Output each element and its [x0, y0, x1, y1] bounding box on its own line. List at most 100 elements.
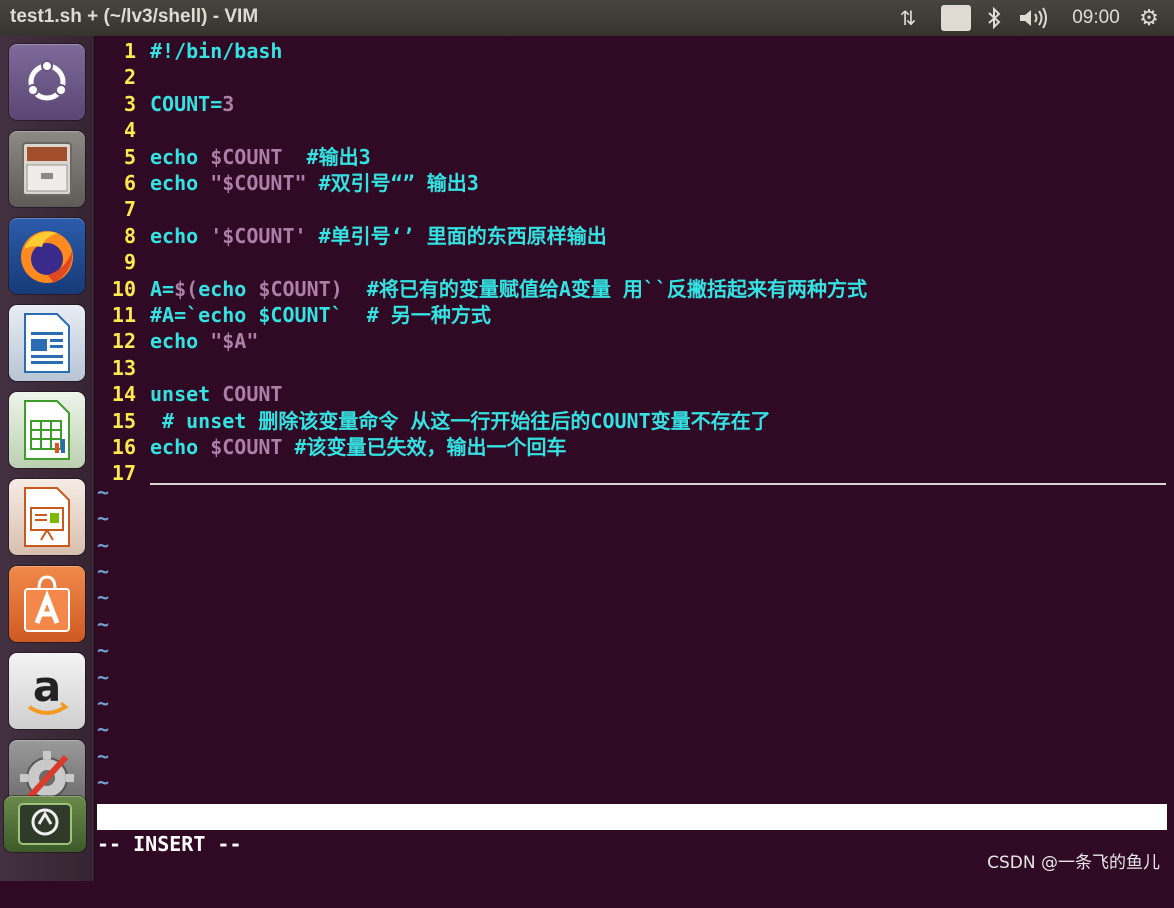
- line-code: echo $COUNT #该变量已失效，输出一个回车: [150, 434, 567, 460]
- ubuntu-logo-icon[interactable]: [9, 44, 85, 120]
- code-token: echo: [198, 276, 259, 301]
- line-code: A=$(echo $COUNT) #将已有的变量赋值给A变量 用``反撇括起来有…: [150, 276, 867, 302]
- impress-icon[interactable]: [9, 479, 85, 555]
- code-token: #A=`echo $COUNT` # 另一种方式: [150, 303, 491, 327]
- code-line[interactable]: 14 unset COUNT: [97, 381, 283, 407]
- empty-buffer-tilde: ~: [97, 479, 110, 504]
- code-token: #单引号‘’ 里面的东西原样输出: [306, 223, 607, 248]
- code-line[interactable]: 8 echo '$COUNT' #单引号‘’ 里面的东西原样输出: [97, 223, 607, 249]
- empty-buffer-tilde: ~: [97, 506, 110, 531]
- code-token: COUNT: [222, 382, 283, 407]
- line-number: 9: [123, 250, 136, 275]
- vim-editor[interactable]: 1 #!/bin/bash 2 3 COUNT=3 4 5 echo $COUNT #输出3 6…: [97, 38, 1174, 881]
- code-line[interactable]: 15 # unset 删除该变量命令 从这一行开始往后的COUNT变量不存在了: [97, 408, 771, 434]
- updater-icon[interactable]: [4, 796, 86, 852]
- code-line[interactable]: 16 echo $COUNT #该变量已失效，输出一个回车: [97, 434, 567, 460]
- line-number: 4: [123, 118, 136, 143]
- code-line[interactable]: 12 echo "$A": [97, 328, 258, 354]
- code-token: ): [330, 276, 343, 301]
- line-code: COUNT=3: [150, 91, 234, 117]
- code-token: echo: [150, 435, 211, 459]
- code-token: 3: [222, 91, 235, 116]
- line-code: echo "$COUNT" #双引号“” 输出3: [150, 170, 479, 196]
- empty-buffer-tilde: ~: [97, 717, 110, 742]
- bluetooth-icon[interactable]: [984, 6, 1004, 30]
- code-token: $COUNT: [210, 435, 283, 459]
- code-token: "$A": [210, 329, 259, 354]
- line-code: echo '$COUNT' #单引号‘’ 里面的东西原样输出: [150, 223, 607, 249]
- code-line[interactable]: 4: [97, 117, 150, 143]
- statusline-scroll: All: [1128, 883, 1165, 907]
- code-line[interactable]: 6 echo "$COUNT" #双引号“” 输出3: [97, 170, 479, 196]
- code-token: #将已有的变量赋值给A变量 用``反撇括起来有两种方式: [342, 276, 867, 301]
- line-code: unset COUNT: [150, 381, 282, 407]
- code-token: A=: [150, 276, 175, 301]
- line-number: 11: [111, 303, 136, 327]
- line-number: 10: [111, 276, 136, 301]
- code-token: #!/bin/bash: [150, 39, 283, 63]
- code-line[interactable]: 10 A=$(echo $COUNT) #将已有的变量赋值给A变量 用``反撇括起…: [97, 276, 867, 302]
- code-token: '$COUNT': [210, 223, 307, 248]
- code-line[interactable]: 1 #!/bin/bash: [97, 38, 283, 64]
- code-line[interactable]: 2: [97, 64, 150, 90]
- code-token: # unset 删除该变量命令 从这一行开始往后的COUNT变量不存在了: [150, 408, 771, 433]
- line-code: echo $COUNT #输出3: [150, 144, 371, 170]
- code-line[interactable]: 9: [97, 249, 150, 275]
- code-line[interactable]: 11 #A=`echo $COUNT` # 另一种方式: [97, 302, 491, 328]
- line-number: 8: [123, 223, 136, 248]
- code-token: $COUNT: [258, 276, 331, 301]
- keyboard-layout-indicator[interactable]: En: [941, 5, 971, 31]
- line-number: 16: [111, 435, 136, 459]
- code-token: #双引号“” 输出3: [306, 171, 479, 195]
- code-line[interactable]: 13: [97, 355, 150, 381]
- code-line[interactable]: 7: [97, 196, 150, 222]
- window-title: test1.sh + (~/lv3/shell) - VIM: [10, 6, 259, 27]
- empty-buffer-tilde: ~: [97, 743, 110, 768]
- line-code: # unset 删除该变量命令 从这一行开始往后的COUNT变量不存在了: [150, 408, 771, 434]
- code-token: ": [294, 171, 307, 195]
- vim-mode-indicator: -- INSERT --: [97, 832, 242, 856]
- code-token: echo: [150, 171, 211, 195]
- svg-text:a: a: [33, 662, 61, 711]
- empty-buffer-tilde: ~: [97, 611, 110, 636]
- empty-buffer-tilde: ~: [97, 585, 110, 610]
- line-number: 15: [111, 408, 136, 433]
- line-number: 12: [111, 329, 136, 354]
- cursor-line-underline: [150, 483, 1166, 485]
- line-number: 2: [123, 65, 136, 90]
- code-token: COUNT: [150, 91, 211, 116]
- updown-arrows-icon[interactable]: ⇅: [894, 6, 922, 30]
- vim-statusline: test1.sh [+] 17,1 All: [97, 804, 1167, 907]
- code-line[interactable]: 5 echo $COUNT #输出3: [97, 144, 371, 170]
- line-code: #A=`echo $COUNT` # 另一种方式: [150, 302, 491, 328]
- line-number: 5: [123, 144, 136, 169]
- line-number: 3: [123, 91, 136, 116]
- clock[interactable]: 09:00: [1066, 6, 1126, 30]
- volume-icon[interactable]: [1017, 6, 1051, 30]
- code-token: echo: [150, 329, 211, 354]
- code-token: ": [210, 171, 223, 195]
- firefox-icon[interactable]: [9, 218, 85, 294]
- code-token: $COUNT: [210, 144, 283, 169]
- calc-icon[interactable]: [9, 392, 85, 468]
- writer-icon[interactable]: [9, 305, 85, 381]
- watermark: CSDN @一条飞的鱼儿: [987, 853, 1160, 873]
- file-cabinet-icon[interactable]: [9, 131, 85, 207]
- top-panel: test1.sh + (~/lv3/shell) - VIM ⇅ En 09:0…: [0, 0, 1174, 36]
- line-code: echo "$A": [150, 328, 258, 354]
- amazon-icon[interactable]: a: [9, 653, 85, 729]
- empty-buffer-tilde: ~: [97, 770, 110, 795]
- code-token: $COUNT: [222, 171, 295, 195]
- line-code: #!/bin/bash: [150, 38, 282, 64]
- code-token: $(: [174, 276, 199, 301]
- code-token: unset: [150, 382, 223, 407]
- code-token: =: [210, 91, 223, 116]
- shopping-bag-icon[interactable]: [9, 566, 85, 642]
- code-line[interactable]: 3 COUNT=3: [97, 91, 234, 117]
- code-token: #输出3: [282, 144, 371, 169]
- gear-power-icon[interactable]: ⚙: [1136, 5, 1162, 30]
- launcher: a: [0, 36, 95, 881]
- line-number: 14: [111, 382, 136, 407]
- code-token: #该变量已失效，输出一个回车: [282, 435, 567, 459]
- empty-buffer-tilde: ~: [97, 638, 110, 663]
